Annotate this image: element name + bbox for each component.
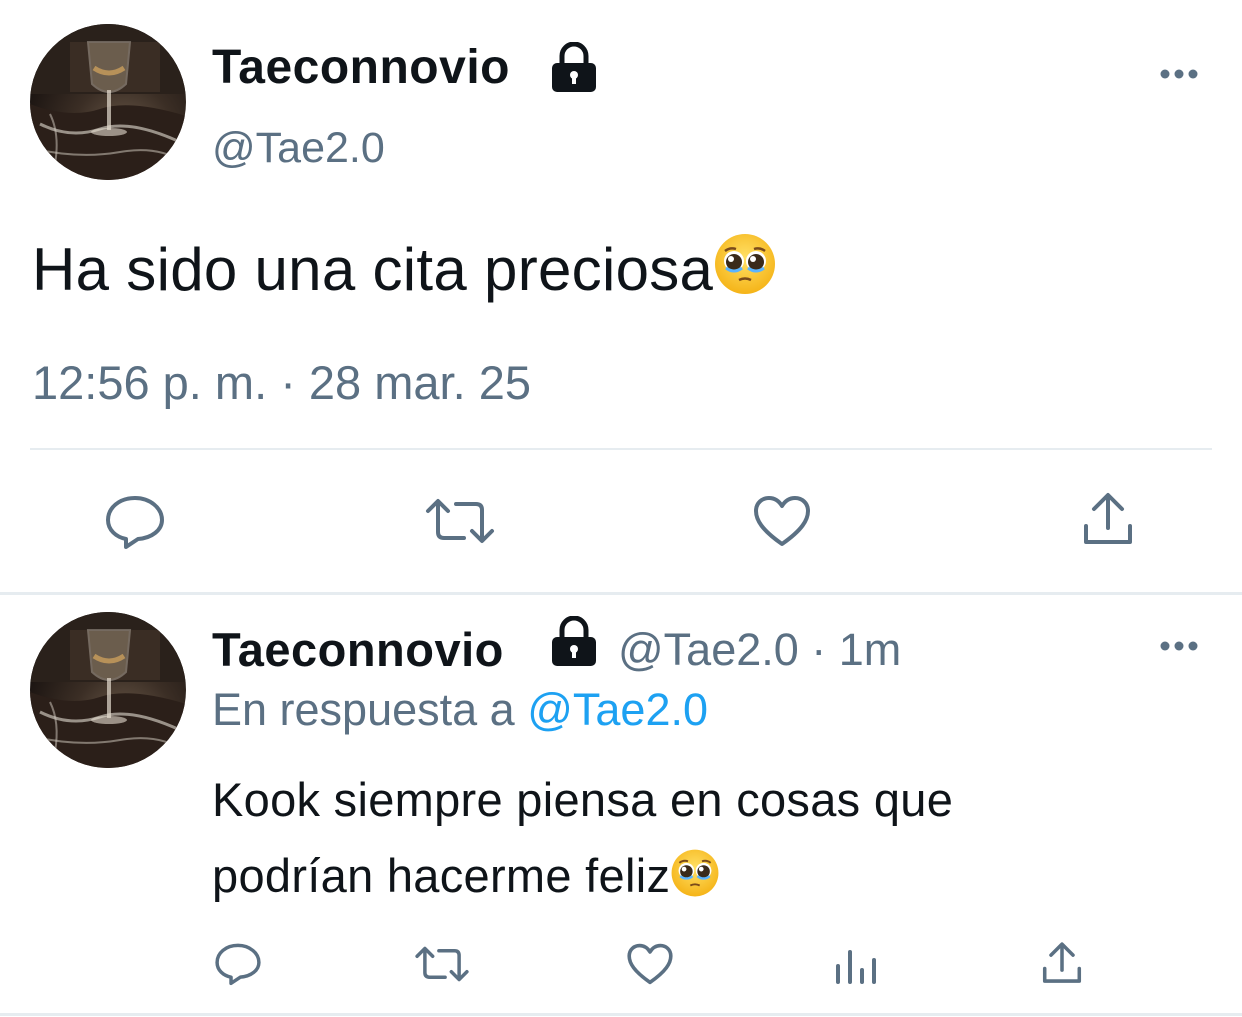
display-name[interactable]: Taeconnovio — [212, 40, 510, 95]
reply-text-line-2-body: podrían hacerme feliz — [212, 849, 671, 902]
reply-icon[interactable] — [104, 494, 166, 555]
mention-link[interactable]: @Tae2.0 — [527, 684, 708, 735]
bottom-divider — [0, 1013, 1242, 1016]
lock-icon — [548, 615, 600, 673]
share-icon[interactable] — [1040, 940, 1084, 991]
divider — [30, 448, 1212, 450]
tweet-timestamp[interactable]: 12:56 p. m. · 28 mar. 25 — [32, 355, 531, 410]
like-icon[interactable] — [752, 494, 812, 553]
more-icon[interactable] — [1158, 62, 1200, 91]
reply-icon[interactable] — [214, 942, 262, 991]
wine-glass-photo — [30, 612, 186, 768]
user-handle-and-time[interactable]: @Tae2.0 · 1m — [618, 624, 901, 676]
lock-icon — [548, 41, 600, 99]
reply-text: Kook siempre piensa en cosas que podrían… — [212, 762, 1172, 920]
reply-text-line-1: Kook siempre piensa en cosas que — [212, 773, 954, 826]
display-name[interactable]: Taeconnovio — [212, 622, 504, 677]
avatar[interactable] — [30, 24, 186, 180]
retweet-icon[interactable] — [424, 496, 496, 551]
avatar[interactable] — [30, 612, 186, 768]
section-divider — [0, 592, 1242, 595]
tweet-body: Ha sido una cita preciosa — [32, 236, 714, 303]
in-reply-to: En respuesta a @Tae2.0 — [212, 684, 708, 736]
pleading-face-emoji — [713, 232, 777, 310]
like-icon[interactable] — [626, 942, 674, 991]
wine-glass-photo — [30, 24, 186, 180]
reply-text-line-2: podrían hacerme feliz — [212, 838, 1172, 920]
analytics-icon[interactable] — [834, 946, 878, 991]
pleading-face-emoji — [670, 844, 720, 920]
more-icon[interactable] — [1158, 634, 1200, 663]
retweet-icon[interactable] — [414, 944, 470, 989]
share-icon[interactable] — [1080, 490, 1136, 553]
user-handle[interactable]: @Tae2.0 — [212, 124, 385, 173]
tweet-text: Ha sido una cita preciosa — [32, 232, 777, 310]
in-reply-to-prefix: En respuesta a — [212, 684, 515, 735]
